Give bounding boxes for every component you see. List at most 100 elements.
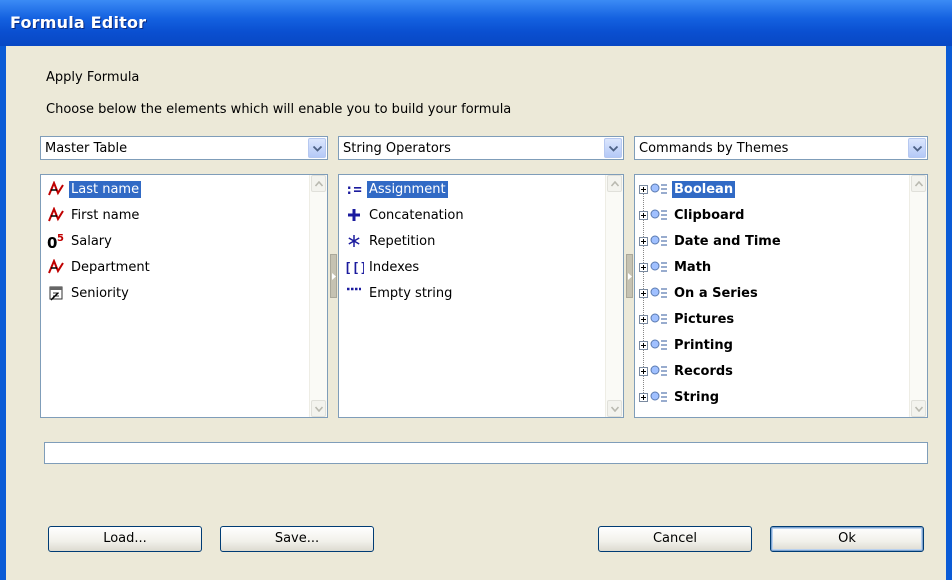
- chevron-down-icon[interactable]: [604, 138, 622, 158]
- tree-node[interactable]: Boolean: [639, 177, 736, 201]
- asterisk-icon: [343, 230, 365, 252]
- formula-field[interactable]: [44, 442, 928, 464]
- command-group-icon: [648, 204, 670, 226]
- list-item-label: Last name: [69, 180, 142, 198]
- cancel-button[interactable]: Cancel: [598, 526, 752, 552]
- splitter-arrow-icon: [332, 273, 336, 280]
- list-item[interactable]: [[]] Indexes: [343, 255, 421, 279]
- operators-selector[interactable]: String Operators: [338, 136, 624, 160]
- tree-node-label: Date and Time: [674, 233, 781, 249]
- command-group-icon: [648, 256, 670, 278]
- list-item[interactable]: Empty string: [343, 281, 454, 305]
- tree-node[interactable]: Pictures: [639, 307, 736, 331]
- list-item-label: Concatenation: [369, 207, 464, 223]
- chevron-down-icon[interactable]: [308, 138, 326, 158]
- splitter-handle[interactable]: [330, 254, 337, 298]
- command-group-icon: [648, 360, 670, 382]
- tree-node[interactable]: Date and Time: [639, 229, 783, 253]
- operators-scrollbar[interactable]: [605, 175, 623, 417]
- splitter-arrow-icon: [628, 273, 632, 280]
- expand-icon[interactable]: [639, 288, 648, 298]
- list-item[interactable]: 05 Salary: [45, 229, 114, 253]
- command-group-icon: [648, 386, 670, 408]
- tree-node-label: Math: [674, 259, 712, 275]
- svg-text:0: 0: [47, 234, 57, 250]
- scroll-down-icon[interactable]: [911, 400, 926, 417]
- scroll-up-icon[interactable]: [607, 175, 622, 192]
- scroll-down-icon[interactable]: [311, 400, 326, 417]
- command-group-icon: [648, 230, 670, 252]
- command-group-icon: [648, 178, 670, 200]
- instruction-text: Choose below the elements which will ena…: [46, 102, 512, 117]
- tree-node-label: Pictures: [674, 311, 735, 327]
- svg-text::=: :=: [345, 182, 362, 196]
- list-item[interactable]: := Assignment: [343, 177, 448, 201]
- ellipsis-icon: [343, 282, 365, 304]
- tree-node[interactable]: Math: [639, 255, 713, 279]
- numeric-field-icon: 05: [45, 230, 67, 252]
- dialog-body: Apply Formula Choose below the elements …: [6, 46, 946, 580]
- tree-node[interactable]: String: [639, 385, 721, 409]
- tree-node-label: Records: [674, 363, 733, 379]
- expand-icon[interactable]: [639, 314, 648, 324]
- window-title: Formula Editor: [10, 13, 147, 32]
- ok-button[interactable]: Ok: [770, 526, 924, 552]
- list-item-label: Empty string: [369, 285, 453, 301]
- tree-node-label: On a Series: [674, 285, 758, 301]
- list-item[interactable]: Concatenation: [343, 203, 466, 227]
- command-group-icon: [648, 308, 670, 330]
- expand-icon[interactable]: [639, 210, 648, 220]
- expand-icon[interactable]: [639, 262, 648, 272]
- splitter-handle[interactable]: [626, 254, 633, 298]
- svg-text:5: 5: [57, 233, 64, 244]
- svg-text:[[]]: [[]]: [344, 261, 364, 275]
- list-item[interactable]: First name: [45, 203, 141, 227]
- list-item[interactable]: Repetition: [343, 229, 437, 253]
- command-group-icon: [648, 334, 670, 356]
- list-item-label: Department: [71, 259, 150, 275]
- assignment-icon: :=: [343, 178, 365, 200]
- date-field-icon: [45, 282, 67, 304]
- brackets-icon: [[]]: [343, 256, 365, 278]
- text-field-icon: [45, 204, 67, 226]
- list-item-label: Seniority: [71, 285, 129, 301]
- command-group-icon: [648, 282, 670, 304]
- title-bar[interactable]: Formula Editor: [0, 0, 952, 46]
- list-item[interactable]: Department: [45, 255, 152, 279]
- operators-list[interactable]: := Assignment Concatenation Repetition […: [338, 174, 624, 418]
- expand-icon[interactable]: [639, 366, 648, 376]
- tree-node-label: Clipboard: [674, 207, 745, 223]
- list-item-label: Assignment: [367, 180, 448, 198]
- fields-scrollbar[interactable]: [309, 175, 327, 417]
- load-button[interactable]: Load...: [48, 526, 202, 552]
- commands-tree[interactable]: Boolean Clipboard Date and Time Math On: [634, 174, 928, 418]
- commands-selector[interactable]: Commands by Themes: [634, 136, 928, 160]
- commands-scrollbar[interactable]: [909, 175, 927, 417]
- text-field-icon: [45, 256, 67, 278]
- list-item-label: Indexes: [369, 259, 420, 275]
- list-item[interactable]: Seniority: [45, 281, 131, 305]
- tree-node[interactable]: Clipboard: [639, 203, 746, 227]
- list-item[interactable]: Last name: [45, 177, 142, 201]
- expand-icon[interactable]: [639, 184, 648, 194]
- expand-icon[interactable]: [639, 392, 648, 402]
- expand-icon[interactable]: [639, 340, 648, 350]
- list-item-label: Salary: [71, 233, 112, 249]
- scroll-up-icon[interactable]: [911, 175, 926, 192]
- scroll-down-icon[interactable]: [607, 400, 622, 417]
- tree-node[interactable]: On a Series: [639, 281, 760, 305]
- tree-node[interactable]: Printing: [639, 333, 735, 357]
- tree-node[interactable]: Records: [639, 359, 735, 383]
- table-selector[interactable]: Master Table: [40, 136, 328, 160]
- text-field-icon: [45, 178, 67, 200]
- operators-selector-value: String Operators: [343, 141, 451, 156]
- save-button[interactable]: Save...: [220, 526, 374, 552]
- list-item-label: Repetition: [369, 233, 436, 249]
- tree-node-label: String: [674, 389, 720, 405]
- scroll-up-icon[interactable]: [311, 175, 326, 192]
- table-selector-value: Master Table: [45, 141, 128, 156]
- fields-list[interactable]: Last name First name 05 Salary Departmen…: [40, 174, 328, 418]
- expand-icon[interactable]: [639, 236, 648, 246]
- formula-editor-window: Formula Editor Apply Formula Choose belo…: [0, 0, 952, 580]
- chevron-down-icon[interactable]: [908, 138, 926, 158]
